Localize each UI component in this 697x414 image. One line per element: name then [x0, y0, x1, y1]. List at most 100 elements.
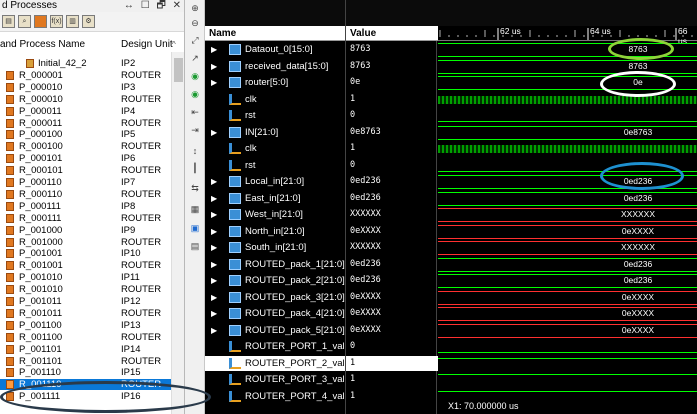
prev-edge-icon[interactable]: ⇤	[189, 106, 201, 118]
process-row[interactable]: R_000001 ROUTER	[0, 70, 171, 81]
name-header[interactable]: Name	[205, 26, 345, 41]
process-icon[interactable]	[34, 15, 47, 28]
radix-icon[interactable]: ▣	[189, 222, 201, 234]
go-end-icon[interactable]: ◉	[189, 88, 201, 100]
signal-row[interactable]: ROUTER_PORT_3_valid	[205, 372, 352, 387]
process-row[interactable]: P_000011 IP4	[0, 106, 171, 117]
waveform-trace[interactable]: XXXXXX	[438, 207, 697, 222]
expand-arrow-icon[interactable]: ▶	[211, 306, 217, 321]
process-row[interactable]: R_001010 ROUTER	[0, 284, 171, 295]
process-row[interactable]: P_001100 IP13	[0, 320, 171, 331]
signal-row[interactable]: ▶ ROUTED_pack_1[21:0]	[205, 257, 345, 272]
signal-row[interactable]: rst	[205, 108, 345, 123]
zoom-fit-icon[interactable]: ⤢	[189, 34, 201, 46]
expand-arrow-icon[interactable]: ▶	[211, 75, 217, 90]
signal-row[interactable]: clk	[205, 141, 345, 156]
expand-arrow-icon[interactable]: ▶	[211, 290, 217, 305]
sort-icon[interactable]: ^	[172, 38, 176, 52]
expand-arrow-icon[interactable]: ▶	[211, 125, 217, 140]
add-marker-icon[interactable]: ↕	[189, 145, 201, 157]
waveform-trace[interactable]: 0eXXXX	[438, 306, 697, 321]
signal-row[interactable]: ROUTER_PORT_2_valid	[205, 355, 352, 371]
expand-arrow-icon[interactable]: ▶	[211, 59, 217, 74]
swap-icon[interactable]: ⇆	[189, 182, 201, 194]
expand-arrow-icon[interactable]: ▶	[211, 257, 217, 272]
signal-row[interactable]: ▶ Local_in[21:0]	[205, 174, 345, 189]
waveform-trace[interactable]: XXXXXX	[438, 240, 697, 255]
settings-icon[interactable]: ⚙	[82, 15, 95, 28]
process-row[interactable]: R_001101 ROUTER	[0, 356, 171, 367]
process-row[interactable]: P_001000 IP9	[0, 225, 171, 236]
cursor-icon[interactable]: ↗	[189, 52, 201, 64]
signal-row[interactable]: ▶ South_in[21:0]	[205, 240, 345, 255]
waveform-trace[interactable]: 0ed236	[438, 191, 697, 206]
expand-arrow-icon[interactable]: ▶	[211, 174, 217, 189]
signal-row[interactable]: rst	[205, 158, 345, 173]
waveform-trace[interactable]	[438, 339, 697, 354]
signal-row[interactable]: ROUTER_PORT_1_valid	[205, 339, 352, 354]
window-buttons[interactable]: ↔ ☐ 🗗 ✕	[124, 0, 183, 11]
signal-row[interactable]: ▶ North_in[21:0]	[205, 224, 345, 239]
waveform-trace[interactable]: 0eXXXX	[438, 224, 697, 239]
filter-icon[interactable]: ▥	[66, 15, 79, 28]
zoom-in-icon[interactable]: ⊕	[189, 2, 201, 14]
process-row[interactable]: P_000100 IP5	[0, 129, 171, 140]
waveform-trace[interactable]	[438, 372, 697, 387]
process-row[interactable]: P_001011 IP12	[0, 296, 171, 307]
process-row[interactable]: R_000111 ROUTER	[0, 213, 171, 224]
waveform-trace[interactable]: 0e8763	[438, 125, 697, 140]
waveform-trace[interactable]	[438, 141, 697, 156]
signal-row[interactable]: ▶ ROUTED_pack_3[21:0]	[205, 290, 345, 305]
function-icon[interactable]: f(x)	[50, 15, 63, 28]
search-icon[interactable]: ⌕	[18, 15, 31, 28]
process-row[interactable]: P_000110 IP7	[0, 177, 171, 188]
signal-row[interactable]: ROUTER_PORT_4_valid	[205, 389, 352, 404]
process-row[interactable]: P_001001 IP10	[0, 248, 171, 259]
waveform-canvas[interactable]: 62 us 64 us 66 us 8763 8763 0e 0e8763 0ed236…	[438, 0, 697, 414]
process-row[interactable]: R_000010 ROUTER	[0, 94, 171, 105]
process-row[interactable]: R_001001 ROUTER	[0, 260, 171, 271]
waveform-trace[interactable]: 8763	[438, 59, 697, 74]
value-header[interactable]: Value	[346, 26, 438, 41]
signal-row[interactable]: ▶ ROUTED_pack_5[21:0]	[205, 323, 345, 338]
process-row[interactable]: R_001100 ROUTER	[0, 332, 171, 343]
process-row[interactable]: P_001010 IP11	[0, 272, 171, 283]
divider-icon[interactable]: ▤	[189, 240, 201, 252]
process-row[interactable]: R_000110 ROUTER	[0, 189, 171, 200]
signal-row[interactable]: ▶ ROUTED_pack_2[21:0]	[205, 273, 345, 288]
signal-row[interactable]: ▶ received_data[15:0]	[205, 59, 345, 74]
signal-row[interactable]: ▶ Dataout_0[15:0]	[205, 42, 345, 57]
collapse-icon[interactable]: ▤	[2, 15, 15, 28]
expand-arrow-icon[interactable]: ▶	[211, 42, 217, 57]
marker-icon[interactable]: ┃	[189, 162, 201, 174]
signal-row[interactable]: ▶ router[5:0]	[205, 75, 345, 90]
process-row[interactable]: P_001110 IP15	[0, 367, 171, 378]
expand-arrow-icon[interactable]: ▶	[211, 323, 217, 338]
process-row[interactable]: R_001011 ROUTER	[0, 308, 171, 319]
process-row[interactable]: P_000101 IP6	[0, 153, 171, 164]
next-edge-icon[interactable]: ⇥	[189, 124, 201, 136]
process-row[interactable]: P_000111 IP8	[0, 201, 171, 212]
waveform-trace[interactable]: 0eXXXX	[438, 290, 697, 305]
zoom-out-icon[interactable]: ⊖	[189, 17, 201, 29]
waveform-trace[interactable]: 0eXXXX	[438, 323, 697, 338]
scrollbar-thumb[interactable]	[174, 58, 183, 82]
process-row[interactable]: R_000011 ROUTER	[0, 118, 171, 129]
expand-arrow-icon[interactable]: ▶	[211, 207, 217, 222]
scrollbar[interactable]	[171, 52, 184, 414]
signal-row[interactable]: ▶ IN[21:0]	[205, 125, 345, 140]
waveform-trace[interactable]: 0ed236	[438, 273, 697, 288]
waveform-trace[interactable]: 0ed236	[438, 257, 697, 272]
signal-row[interactable]: ▶ ROUTED_pack_4[21:0]	[205, 306, 345, 321]
expand-arrow-icon[interactable]: ▶	[211, 240, 217, 255]
column-header-name[interactable]: and Process Name	[0, 38, 85, 52]
signal-row[interactable]: ▶ West_in[21:0]	[205, 207, 345, 222]
process-row[interactable]: R_001000 ROUTER	[0, 237, 171, 248]
signal-row[interactable]: ▶ East_in[21:0]	[205, 191, 345, 206]
expand-arrow-icon[interactable]: ▶	[211, 191, 217, 206]
process-row[interactable]: R_000101 ROUTER	[0, 165, 171, 176]
process-row[interactable]: P_001101 IP14	[0, 344, 171, 355]
group-icon[interactable]: ▦	[189, 203, 201, 215]
waveform-trace[interactable]	[438, 108, 697, 123]
process-row[interactable]: P_000010 IP3	[0, 82, 171, 93]
